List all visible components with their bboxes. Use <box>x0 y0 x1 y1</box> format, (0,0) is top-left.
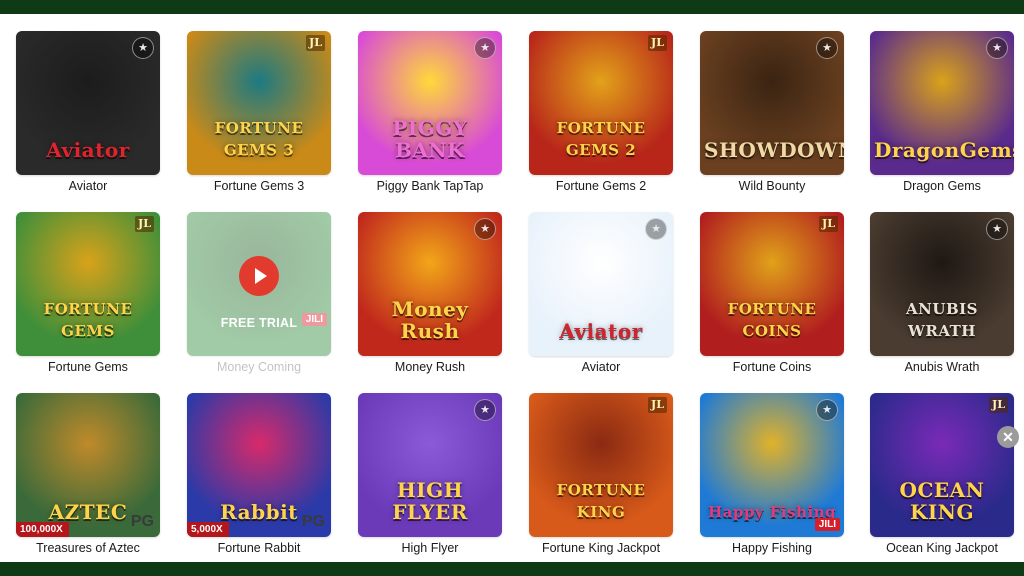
game-tile[interactable]: Rabbit 5,000X PG Fortune Rabbit <box>187 393 331 555</box>
game-thumbnail[interactable]: AZTEC 100,000X PG <box>16 393 160 537</box>
game-title[interactable]: Happy Fishing <box>690 541 854 555</box>
game-logo-text: DragonGems <box>874 138 1014 162</box>
game-tile[interactable]: Aviator ★ Aviator <box>16 31 160 193</box>
game-thumbnail[interactable]: FORTUNE GEMS JL <box>16 212 160 356</box>
game-title[interactable]: Ocean King Jackpot <box>860 541 1024 555</box>
game-thumbnail[interactable]: OCEAN KING JL <box>870 393 1014 537</box>
game-tile[interactable]: SHOWDOWN ★ Wild Bounty <box>700 31 844 193</box>
play-icon[interactable] <box>239 256 279 296</box>
game-title[interactable]: Fortune King Jackpot <box>519 541 683 555</box>
game-title[interactable]: Fortune Gems 3 <box>177 179 341 193</box>
game-thumbnail[interactable]: FORTUNE COINS JL <box>700 212 844 356</box>
provider-logo: JILI <box>814 518 840 531</box>
game-thumbnail[interactable]: PIGGY BANK ★ <box>358 31 502 175</box>
favorite-star-icon[interactable]: ★ <box>816 399 838 421</box>
game-title[interactable]: Anubis Wrath <box>860 360 1024 374</box>
provider-badge: JL <box>819 216 838 232</box>
game-grid-panel: Aviator ★ Aviator FORTUNE GEMS 3 JL Fortune G… <box>0 14 1024 562</box>
game-title[interactable]: Fortune Coins <box>690 360 854 374</box>
game-tile[interactable]: FORTUNE COINS JL Fortune Coins <box>700 212 844 374</box>
game-thumbnail[interactable]: FORTUNE GEMS 3 JL <box>187 31 331 175</box>
favorite-star-icon[interactable]: ★ <box>474 399 496 421</box>
game-logo-text: Aviator <box>46 138 130 162</box>
favorite-star-icon[interactable]: ★ <box>986 218 1008 240</box>
close-icon[interactable]: ✕ <box>997 426 1019 448</box>
favorite-star-icon[interactable]: ★ <box>816 37 838 59</box>
game-thumbnail[interactable]: Aviator ★ <box>529 212 673 356</box>
game-tile[interactable]: AZTEC 100,000X PG Treasures of Aztec <box>16 393 160 555</box>
game-tile[interactable]: ANUBIS WRATH ★ Anubis Wrath <box>870 212 1014 374</box>
game-tile[interactable]: DragonGems ★ Dragon Gems <box>870 31 1014 193</box>
game-grid: Aviator ★ Aviator FORTUNE GEMS 3 JL Fortune G… <box>0 14 1024 562</box>
game-tile[interactable]: Aviator ★ Aviator <box>529 212 673 374</box>
game-thumbnail[interactable]: Money Rush ★ <box>358 212 502 356</box>
game-title[interactable]: Wild Bounty <box>690 179 854 193</box>
game-tile[interactable]: Happy Fishing ★ JILI Happy Fishing <box>700 393 844 555</box>
favorite-star-icon[interactable]: ★ <box>645 218 667 240</box>
game-tile[interactable]: HIGH FLYER ★ High Flyer <box>358 393 502 555</box>
game-logo-text: OCEAN KING <box>899 478 985 524</box>
favorite-star-icon[interactable]: ★ <box>986 37 1008 59</box>
max-win-tag: 100,000X <box>16 522 69 537</box>
game-thumbnail[interactable]: SHOWDOWN ★ <box>700 31 844 175</box>
game-thumbnail[interactable]: FORTUNE KING JL <box>529 393 673 537</box>
game-logo-text: Aviator <box>559 319 643 343</box>
game-tile[interactable]: FORTUNE GEMS 2 JL Fortune Gems 2 <box>529 31 673 193</box>
game-thumbnail[interactable]: ANUBIS WRATH ★ <box>870 212 1014 356</box>
game-tile[interactable]: FORTUNE KING JL Fortune King Jackpot <box>529 393 673 555</box>
game-tile[interactable]: FORTUNE GEMS JL Fortune Gems <box>16 212 160 374</box>
game-thumbnail[interactable]: Rabbit 5,000X PG <box>187 393 331 537</box>
favorite-star-icon[interactable]: ★ <box>132 37 154 59</box>
game-thumbnail[interactable]: Happy Fishing ★ JILI <box>700 393 844 537</box>
game-thumbnail[interactable]: HIGH FLYER ★ <box>358 393 502 537</box>
favorite-star-icon[interactable]: ★ <box>474 37 496 59</box>
provider-badge: JL <box>135 216 154 232</box>
game-tile[interactable]: JILIMoney ComingFREE TRIAL <box>187 212 331 374</box>
provider-logo: PG <box>301 513 325 530</box>
game-title[interactable]: Aviator <box>519 360 683 374</box>
game-tile[interactable]: PIGGY BANK ★ Piggy Bank TapTap <box>358 31 502 193</box>
game-title[interactable]: Treasures of Aztec <box>6 541 170 555</box>
game-logo-text: PIGGY BANK <box>392 116 468 162</box>
game-title[interactable]: High Flyer <box>348 541 512 555</box>
game-tile[interactable]: FORTUNE GEMS 3 JL Fortune Gems 3 <box>187 31 331 193</box>
game-logo-text: FORTUNE KING <box>556 481 646 521</box>
game-title[interactable]: Fortune Rabbit <box>177 541 341 555</box>
game-logo-text: Money Rush <box>391 297 469 343</box>
game-title[interactable]: Fortune Gems <box>6 360 170 374</box>
game-tile[interactable]: Money Rush ★ Money Rush <box>358 212 502 374</box>
game-title[interactable]: Dragon Gems <box>860 179 1024 193</box>
game-title[interactable]: Fortune Gems 2 <box>519 179 683 193</box>
game-title[interactable]: Piggy Bank TapTap <box>348 179 512 193</box>
game-logo-text: HIGH FLYER <box>392 478 468 524</box>
favorite-star-icon[interactable]: ★ <box>474 218 496 240</box>
provider-badge: JL <box>648 397 667 413</box>
game-thumbnail[interactable]: DragonGems ★ <box>870 31 1014 175</box>
max-win-tag: 5,000X <box>187 522 229 537</box>
game-logo-text: FORTUNE GEMS 2 <box>556 119 646 159</box>
game-logo-text: FORTUNE GEMS 3 <box>214 119 304 159</box>
game-logo-text: ANUBIS WRATH <box>906 300 978 340</box>
game-logo-text: FORTUNE COINS <box>727 300 817 340</box>
game-logo-text: SHOWDOWN <box>704 138 844 162</box>
free-trial-label[interactable]: FREE TRIAL <box>187 316 331 330</box>
game-logo-text: FORTUNE GEMS <box>43 300 133 340</box>
game-tile[interactable]: OCEAN KING JL Ocean King Jackpot <box>870 393 1014 555</box>
provider-logo: PG <box>130 513 154 530</box>
game-thumbnail[interactable]: FORTUNE GEMS 2 JL <box>529 31 673 175</box>
game-title[interactable]: Aviator <box>6 179 170 193</box>
provider-badge: JL <box>306 35 325 51</box>
game-title[interactable]: Money Rush <box>348 360 512 374</box>
provider-badge: JL <box>648 35 667 51</box>
free-trial-overlay[interactable]: FREE TRIAL <box>187 212 331 374</box>
game-thumbnail[interactable]: Aviator ★ <box>16 31 160 175</box>
provider-badge: JL <box>989 397 1008 413</box>
